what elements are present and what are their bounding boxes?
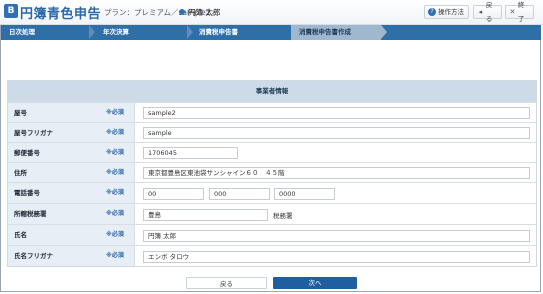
field-label: 屋号フリガナ <box>14 129 53 137</box>
close-icon: ✕ <box>509 8 516 16</box>
label-cell: 屋号 ※必須 <box>8 103 135 122</box>
postal-code-input[interactable]: 1706045 <box>143 147 238 159</box>
header-back-button[interactable]: ◂ 戻る <box>473 1 502 23</box>
required-mark: ※必須 <box>106 252 124 259</box>
row-name: 氏名 ※必須 円簿 太郎 <box>8 224 536 245</box>
arrow-left-icon: ◂ <box>478 8 483 16</box>
row-tax-office: 所轄税務署 ※必須 豊島 税務署 <box>8 203 536 224</box>
tax-office-suffix: 税務署 <box>273 212 293 220</box>
row-name-kana: 氏名フリガナ ※必須 エンボ タロウ <box>8 245 536 266</box>
tax-office-input[interactable]: 豊島 <box>143 209 268 221</box>
row-postal-code: 郵便番号 ※必須 1706045 <box>8 142 536 162</box>
required-mark: ※必須 <box>106 109 124 116</box>
label-cell: 氏名フリガナ ※必須 <box>8 246 135 266</box>
required-mark: ※必須 <box>106 149 124 156</box>
name-kana-input[interactable]: エンボ タロウ <box>143 251 530 263</box>
field-label: 住所 <box>14 169 27 177</box>
step-consumption-tax-create[interactable]: 消費税申告書作成 <box>291 25 381 40</box>
phone-line-input[interactable]: 0000 <box>274 188 335 200</box>
label-cell: 住所 ※必須 <box>8 163 135 182</box>
field-label: 郵便番号 <box>14 149 40 157</box>
logo-icon: B <box>4 4 18 18</box>
help-button[interactable]: ? 操作方法 <box>424 5 469 19</box>
required-mark: ※必須 <box>106 189 124 196</box>
chevron-right-icon <box>187 25 193 39</box>
row-address: 住所 ※必須 東京都豊島区東池袋サンシャイン６０ ４５階 <box>8 162 536 182</box>
label-cell: 所轄税務署 ※必須 <box>8 204 135 224</box>
label-cell: 電話番号 ※必須 <box>8 183 135 203</box>
row-trade-name-kana: 屋号フリガナ ※必須 sample <box>8 122 536 142</box>
next-button[interactable]: 次へ <box>273 277 357 289</box>
exit-button-label: 終了 <box>517 1 525 23</box>
app-title: 円簿青色申告 <box>20 7 102 22</box>
trade-name-input[interactable]: sample2 <box>143 107 530 119</box>
required-mark: ※必須 <box>106 169 124 176</box>
user-name: 円簿 太郎 <box>188 8 221 17</box>
field-label: 所轄税務署 <box>14 210 47 218</box>
field-label: 屋号 <box>14 109 27 117</box>
field-label: 氏名フリガナ <box>14 252 53 260</box>
required-mark: ※必須 <box>106 210 124 217</box>
question-icon: ? <box>428 8 436 16</box>
trade-name-kana-input[interactable]: sample <box>143 127 530 139</box>
row-trade-name: 屋号 ※必須 sample2 <box>8 102 536 122</box>
user-icon <box>179 9 185 15</box>
address-input[interactable]: 東京都豊島区東池袋サンシャイン６０ ４５階 <box>143 167 530 179</box>
label-cell: 氏名 ※必須 <box>8 225 135 245</box>
field-label: 電話番号 <box>14 189 40 197</box>
exit-button[interactable]: ✕ 終了 <box>505 1 534 23</box>
step-annual[interactable]: 年次決算 <box>103 25 183 40</box>
required-mark: ※必須 <box>106 129 124 136</box>
help-button-label: 操作方法 <box>438 8 464 16</box>
panel-title: 事業者情報 <box>8 81 536 102</box>
label-cell: 郵便番号 ※必須 <box>8 143 135 162</box>
back-button[interactable]: 戻る <box>186 277 267 289</box>
chevron-right-icon <box>89 25 95 39</box>
required-mark: ※必須 <box>106 231 124 238</box>
step-daily[interactable]: 日次処理 <box>9 25 89 40</box>
label-cell: 屋号フリガナ ※必須 <box>8 123 135 142</box>
chevron-right-icon <box>381 25 387 39</box>
phone-prefix-input[interactable]: 000 <box>209 188 270 200</box>
app-header: B 円簿青色申告 プラン：プレミアム／sample2／ 円簿 太郎 ? 操作方法… <box>0 0 543 25</box>
step-navigation: 日次処理 年次決算 消費税申告書 消費税申告書作成 <box>1 25 541 40</box>
phone-area-input[interactable]: 00 <box>143 188 204 200</box>
header-back-label: 戻る <box>485 1 493 23</box>
row-phone: 電話番号 ※必須 00 000 0000 <box>8 182 536 203</box>
step-consumption-tax[interactable]: 消費税申告書 <box>199 25 289 40</box>
business-info-panel: 事業者情報 屋号 ※必須 sample2 屋号フリガナ ※必須 sample 郵… <box>7 80 537 267</box>
field-label: 氏名 <box>14 231 27 239</box>
name-input[interactable]: 円簿 太郎 <box>143 230 530 242</box>
